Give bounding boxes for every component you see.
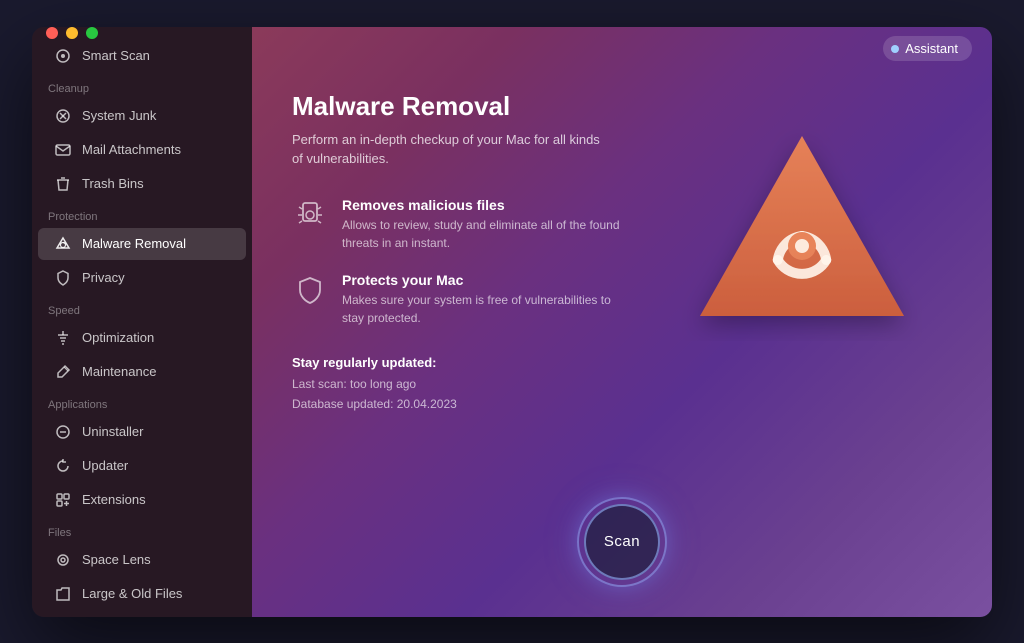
large-old-files-icon [54, 585, 72, 603]
protects-mac-desc: Makes sure your system is free of vulner… [342, 291, 632, 327]
biohazard-icon-wrapper [672, 101, 932, 361]
feature-list: Removes malicious files Allows to review… [292, 197, 632, 327]
malware-removal-label: Malware Removal [82, 236, 186, 251]
assistant-label: Assistant [905, 41, 958, 56]
section-applications-label: Applications [32, 389, 252, 415]
maximize-button[interactable] [86, 27, 98, 39]
optimization-label: Optimization [82, 330, 154, 345]
scan-button-wrapper: Scan [577, 497, 667, 587]
malware-icon [54, 235, 72, 253]
mail-icon [54, 141, 72, 159]
feature-item-removes-malicious: Removes malicious files Allows to review… [292, 197, 632, 252]
system-junk-label: System Junk [82, 108, 156, 123]
last-scan-text: Last scan: too long ago [292, 377, 416, 391]
sidebar-item-optimization[interactable]: Optimization [38, 322, 246, 354]
maintenance-icon [54, 363, 72, 381]
smart-scan-icon [54, 47, 72, 65]
removes-malicious-title: Removes malicious files [342, 197, 632, 213]
trash-bins-label: Trash Bins [82, 176, 144, 191]
uninstaller-icon [54, 423, 72, 441]
updater-icon [54, 457, 72, 475]
page-subtitle: Perform an in-depth checkup of your Mac … [292, 130, 612, 169]
sidebar-item-smart-scan[interactable]: Smart Scan [38, 40, 246, 72]
scan-glow: Scan [577, 497, 667, 587]
protects-mac-icon [292, 272, 328, 308]
uninstaller-label: Uninstaller [82, 424, 143, 439]
privacy-label: Privacy [82, 270, 125, 285]
sidebar-item-mail-attachments[interactable]: Mail Attachments [38, 134, 246, 166]
removes-malicious-icon [292, 197, 328, 233]
extensions-icon [54, 491, 72, 509]
app-window: Smart Scan Cleanup System Junk Mail Att [32, 27, 992, 617]
protects-mac-title: Protects your Mac [342, 272, 632, 288]
updater-label: Updater [82, 458, 128, 473]
space-lens-icon [54, 551, 72, 569]
trash-icon [54, 175, 72, 193]
removes-malicious-text: Removes malicious files Allows to review… [342, 197, 632, 252]
minimize-button[interactable] [66, 27, 78, 39]
section-protection-label: Protection [32, 201, 252, 227]
removes-malicious-desc: Allows to review, study and eliminate al… [342, 216, 632, 252]
section-files-label: Files [32, 517, 252, 543]
privacy-icon [54, 269, 72, 287]
optimization-icon [54, 329, 72, 347]
smart-scan-label: Smart Scan [82, 48, 150, 63]
sidebar-item-system-junk[interactable]: System Junk [38, 100, 246, 132]
section-cleanup-label: Cleanup [32, 73, 252, 99]
sidebar-item-space-lens[interactable]: Space Lens [38, 544, 246, 576]
large-old-files-label: Large & Old Files [82, 586, 182, 601]
main-content: Assistant Malware Removal Perform an in-… [252, 27, 992, 617]
biohazard-icon [682, 121, 922, 341]
system-junk-icon [54, 107, 72, 125]
sidebar-item-large-old-files[interactable]: Large & Old Files [38, 578, 246, 610]
section-speed-label: Speed [32, 295, 252, 321]
protects-mac-text: Protects your Mac Makes sure your system… [342, 272, 632, 327]
sidebar-item-uninstaller[interactable]: Uninstaller [38, 416, 246, 448]
space-lens-label: Space Lens [82, 552, 151, 567]
sidebar-item-privacy[interactable]: Privacy [38, 262, 246, 294]
sidebar-item-shredder[interactable]: Shredder [38, 612, 246, 617]
sidebar-item-extensions[interactable]: Extensions [38, 484, 246, 516]
sidebar-item-trash-bins[interactable]: Trash Bins [38, 168, 246, 200]
update-section: Stay regularly updated: Last scan: too l… [292, 355, 952, 415]
last-scan-info: Last scan: too long ago Database updated… [292, 374, 952, 415]
feature-item-protects-mac: Protects your Mac Makes sure your system… [292, 272, 632, 327]
scan-button[interactable]: Scan [584, 504, 660, 580]
sidebar-item-malware-removal[interactable]: Malware Removal [38, 228, 246, 260]
assistant-dot [891, 45, 899, 53]
sidebar-item-maintenance[interactable]: Maintenance [38, 356, 246, 388]
extensions-label: Extensions [82, 492, 146, 507]
sidebar-item-updater[interactable]: Updater [38, 450, 246, 482]
titlebar [32, 27, 252, 39]
topbar: Assistant [252, 27, 992, 71]
sidebar: Smart Scan Cleanup System Junk Mail Att [32, 27, 252, 617]
close-button[interactable] [46, 27, 58, 39]
maintenance-label: Maintenance [82, 364, 156, 379]
assistant-button[interactable]: Assistant [883, 36, 972, 61]
mail-attachments-label: Mail Attachments [82, 142, 181, 157]
database-text: Database updated: 20.04.2023 [292, 397, 457, 411]
